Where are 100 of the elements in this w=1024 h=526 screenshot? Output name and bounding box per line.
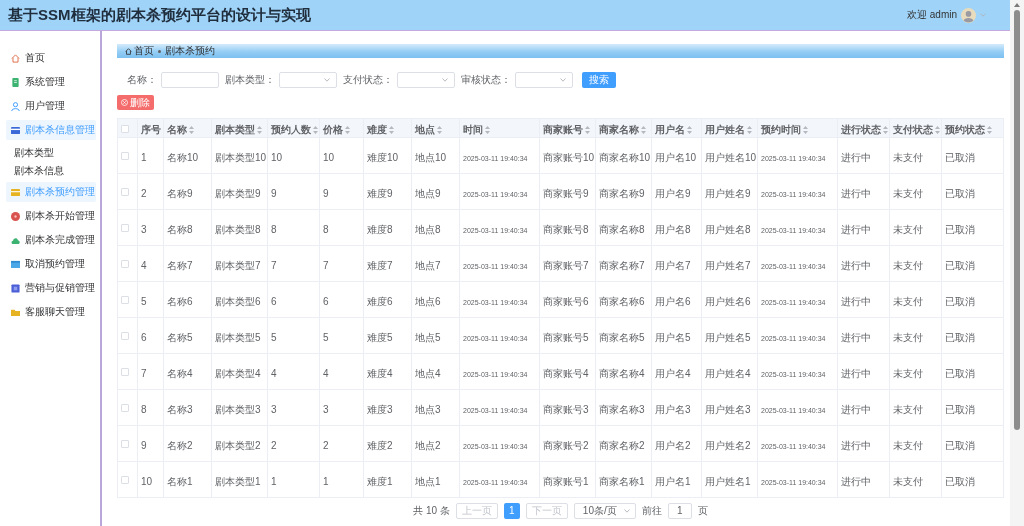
- checkbox[interactable]: [121, 152, 129, 161]
- table-cell: 地点5: [415, 331, 441, 343]
- checkbox[interactable]: [121, 124, 129, 133]
- table-cell: 用户名1: [655, 475, 691, 487]
- checkbox[interactable]: [121, 260, 129, 269]
- table-cell: 商家账号8: [543, 223, 589, 235]
- sort-icon[interactable]: [585, 126, 590, 134]
- table-cell: 难度1: [367, 475, 393, 487]
- sort-icon[interactable]: [257, 126, 262, 134]
- sort-icon[interactable]: [189, 126, 194, 134]
- sort-icon[interactable]: [747, 126, 752, 134]
- table-cell: 1: [323, 475, 329, 487]
- table-cell: 7: [271, 259, 277, 271]
- table-cell: 剧本类型6: [215, 295, 261, 307]
- select-field[interactable]: [515, 72, 573, 88]
- select-field[interactable]: [279, 72, 337, 88]
- table-cell: 商家账号9: [543, 187, 589, 199]
- table-cell: 剧本类型4: [215, 367, 261, 379]
- sort-icon[interactable]: [987, 126, 992, 134]
- table-cell: 已取消: [945, 295, 975, 307]
- nav-item[interactable]: 系统管理: [6, 72, 96, 92]
- checkbox[interactable]: [121, 296, 129, 305]
- select-field[interactable]: [397, 72, 455, 88]
- table-cell: 名称10: [167, 151, 199, 163]
- table-cell: 商家名称9: [599, 187, 645, 199]
- nav-item[interactable]: 营销与促销管理: [6, 278, 96, 298]
- field-label: 名称：: [127, 73, 157, 87]
- nav-item[interactable]: 客服聊天管理: [6, 302, 96, 322]
- checkbox[interactable]: [121, 368, 129, 377]
- avatar-icon[interactable]: [961, 7, 976, 23]
- input-field[interactable]: [161, 72, 219, 88]
- table-cell: 用户姓名6: [705, 295, 751, 307]
- table-cell: 用户名2: [655, 439, 691, 451]
- table-cell: 名称9: [167, 187, 193, 199]
- page-input[interactable]: 1: [667, 502, 692, 519]
- table-cell: 4: [323, 367, 329, 379]
- submenu-item[interactable]: 剧本杀信息: [0, 162, 100, 180]
- table-cell: 用户姓名4: [705, 367, 751, 379]
- sort-icon[interactable]: [313, 126, 318, 134]
- table-cell: 难度8: [367, 223, 393, 235]
- page-size-select[interactable]: 10条/页: [573, 502, 636, 519]
- checkbox[interactable]: [121, 224, 129, 233]
- checkbox[interactable]: [121, 404, 129, 413]
- table-cell: 商家账号3: [543, 403, 589, 415]
- nav-item[interactable]: 剧本杀开始管理: [6, 206, 96, 226]
- table-cell: 未支付: [893, 295, 923, 307]
- submenu-item[interactable]: 剧本类型: [0, 144, 100, 162]
- total-count: 共 10 条: [413, 503, 450, 518]
- table-cell: 2: [141, 187, 147, 199]
- checkbox[interactable]: [121, 188, 129, 197]
- sort-icon[interactable]: [437, 126, 442, 134]
- table-cell: 4: [141, 259, 147, 271]
- table-cell: 用户名5: [655, 331, 691, 343]
- breadcrumb-link[interactable]: 首页: [125, 44, 154, 58]
- sort-icon[interactable]: [687, 126, 692, 134]
- chevron-down-icon: [442, 78, 448, 82]
- table-cell: 未支付: [893, 439, 923, 451]
- table-cell: 进行中: [841, 259, 871, 271]
- table-cell: 3: [271, 403, 277, 415]
- field-label: 支付状态：: [343, 73, 393, 87]
- table-cell: 商家名称2: [599, 439, 645, 451]
- table-cell: 未支付: [893, 367, 923, 379]
- table-cell: 用户名10: [655, 151, 697, 163]
- table-cell: 6: [141, 331, 147, 343]
- table-cell: 未支付: [893, 331, 923, 343]
- table-cell: 10: [323, 151, 335, 163]
- table-cell: 商家名称3: [599, 403, 645, 415]
- table-cell: 难度4: [367, 367, 393, 379]
- sort-icon[interactable]: [935, 126, 940, 134]
- table-cell: 用户姓名10: [705, 151, 757, 163]
- circle-x-icon: [121, 99, 128, 106]
- table-cell: 用户姓名5: [705, 331, 751, 343]
- table-cell: 2: [323, 439, 329, 451]
- scrollbar-thumb[interactable]: [1014, 10, 1020, 430]
- table-cell: 4: [271, 367, 277, 379]
- separator-dot-icon: [158, 49, 161, 53]
- nav-item[interactable]: 首页: [6, 48, 96, 68]
- user-icon: [11, 101, 20, 111]
- table-cell: 地点2: [415, 439, 441, 451]
- checkbox[interactable]: [121, 440, 129, 449]
- nav-item[interactable]: 剧本杀完成管理: [6, 230, 96, 250]
- sort-icon[interactable]: [485, 126, 490, 134]
- sort-icon[interactable]: [883, 126, 888, 134]
- table-cell: 3: [323, 403, 329, 415]
- sort-icon[interactable]: [641, 126, 646, 134]
- sort-icon[interactable]: [345, 126, 350, 134]
- table-cell: 用户姓名3: [705, 403, 751, 415]
- nav-item[interactable]: 取消预约管理: [6, 254, 96, 274]
- scroll-up-icon[interactable]: [1014, 3, 1020, 7]
- sort-icon[interactable]: [389, 126, 394, 134]
- chevron-down-icon: [980, 13, 986, 17]
- sort-icon[interactable]: [803, 126, 808, 134]
- table-cell: 进行中: [841, 439, 871, 451]
- table-cell: 用户姓名1: [705, 475, 751, 487]
- nav-item[interactable]: 用户管理: [6, 96, 96, 116]
- table-cell: 难度5: [367, 331, 393, 343]
- chevron-down-icon: [324, 78, 330, 82]
- checkbox[interactable]: [121, 476, 129, 485]
- table-cell: 已取消: [945, 367, 975, 379]
- checkbox[interactable]: [121, 332, 129, 341]
